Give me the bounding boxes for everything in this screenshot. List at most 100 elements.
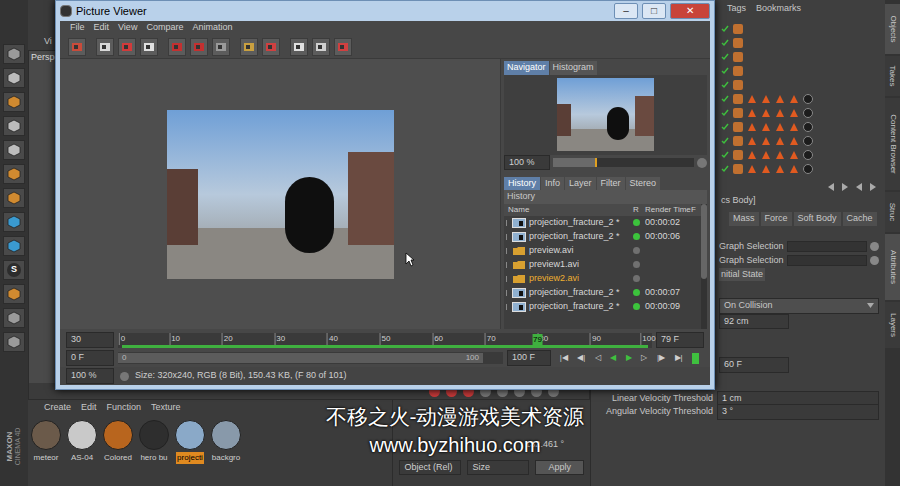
playback-button[interactable]: ◀ [610, 352, 616, 364]
playback-button[interactable]: ◀| [577, 352, 585, 364]
close-button[interactable]: ✕ [670, 3, 710, 19]
playback-button[interactable]: ▷ [641, 352, 647, 364]
zoom-button[interactable] [697, 158, 707, 168]
menu-item[interactable]: Bookmarks [756, 2, 801, 16]
attribute-tab[interactable]: Force [761, 212, 792, 226]
attribute-tab[interactable]: Mass [729, 212, 759, 226]
attribute-field[interactable]: 60 F [719, 357, 789, 373]
zoom-field[interactable]: 100 % [504, 155, 550, 171]
menu-item[interactable]: Animation [192, 21, 232, 35]
tool-button[interactable] [262, 38, 280, 56]
object-row[interactable] [721, 120, 885, 134]
panel-tab[interactable]: Layer [565, 177, 596, 191]
menu-item[interactable]: View [118, 21, 137, 35]
menu-item[interactable]: Tags [727, 2, 746, 16]
material-item[interactable]: AS-04 [66, 420, 98, 464]
tool-button[interactable] [290, 38, 308, 56]
object-row[interactable] [721, 78, 885, 92]
range-thumb[interactable]: 0100 [118, 353, 483, 363]
collision-dropdown[interactable]: On Collision [719, 298, 879, 314]
selection-field[interactable] [787, 241, 867, 252]
threshold-field[interactable]: 3 ° [717, 404, 879, 420]
enabled-check-icon[interactable] [721, 95, 729, 103]
expand-icon[interactable] [506, 220, 512, 226]
object-row[interactable] [721, 64, 885, 78]
status-zoom-field[interactable]: 100 % [66, 368, 114, 384]
tool-button[interactable] [334, 38, 352, 56]
initial-state-button[interactable]: nitial State [719, 268, 765, 282]
history-row[interactable]: preview1.avi [504, 258, 701, 272]
pick-icon[interactable] [870, 242, 879, 251]
object-row[interactable] [721, 106, 885, 120]
tool-button[interactable] [3, 332, 25, 352]
playback-button[interactable]: ▶ [626, 352, 632, 364]
side-tab[interactable]: Content Browser [885, 98, 900, 190]
history-row[interactable]: projection_fracture_2 *00:00:02 [504, 216, 701, 230]
side-tab[interactable]: Struc [885, 192, 900, 232]
range-start-field[interactable]: 0 F [66, 350, 114, 366]
range-end-field[interactable]: 100 F [507, 350, 551, 366]
column-header[interactable]: Render Time [645, 204, 691, 216]
zoom-handle[interactable] [595, 158, 597, 167]
menu-item[interactable]: Edit [81, 401, 97, 415]
tool-button[interactable] [3, 284, 25, 304]
tool-button[interactable] [96, 38, 114, 56]
tool-button[interactable] [312, 38, 330, 56]
panel-tab[interactable]: Info [541, 177, 564, 191]
tool-button[interactable]: S [3, 260, 25, 280]
panel-tab[interactable]: Filter [597, 177, 625, 191]
title-bar[interactable]: Picture Viewer–□✕ [60, 1, 710, 21]
tool-button[interactable] [3, 44, 25, 64]
frame-start-field[interactable]: 30 [66, 332, 114, 348]
frame-end-field[interactable]: 79 F [656, 332, 704, 348]
enabled-check-icon[interactable] [721, 137, 729, 145]
column-header[interactable]: F [691, 204, 701, 216]
tool-button[interactable] [3, 116, 25, 136]
enabled-check-icon[interactable] [721, 123, 729, 131]
tool-button[interactable] [3, 164, 25, 184]
history-row[interactable]: preview2.avi [504, 272, 701, 286]
object-row[interactable] [721, 148, 885, 162]
menu-item[interactable]: Create [44, 401, 71, 415]
maximize-button[interactable]: □ [642, 3, 666, 19]
coord-mode-dropdown[interactable]: Object (Rel) [399, 460, 461, 476]
expand-icon[interactable] [506, 262, 512, 268]
attribute-tab[interactable]: Soft Body [794, 212, 841, 226]
playback-button[interactable]: |◀ [560, 352, 568, 364]
expand-icon[interactable] [506, 276, 512, 282]
viewport-menu-item[interactable]: Vi [44, 35, 52, 49]
object-row[interactable] [721, 50, 885, 64]
tool-button[interactable] [3, 92, 25, 112]
history-row[interactable]: projection_fracture_2 *00:00:09 [504, 300, 701, 314]
tool-button[interactable] [168, 38, 186, 56]
enabled-check-icon[interactable] [721, 109, 729, 117]
attribute-tab[interactable]: Cache [843, 212, 877, 226]
tool-button[interactable] [3, 212, 25, 232]
current-frame-marker[interactable]: 79 [532, 334, 543, 346]
tool-button[interactable] [68, 38, 86, 56]
tool-button[interactable] [118, 38, 136, 56]
tool-button[interactable] [3, 188, 25, 208]
object-row[interactable] [721, 162, 885, 176]
enabled-check-icon[interactable] [721, 53, 729, 61]
picture-viewer-window[interactable]: Picture Viewer–□✕FileEditViewCompareAnim… [55, 0, 715, 390]
enabled-check-icon[interactable] [721, 39, 729, 47]
history-row[interactable]: preview.avi [504, 244, 701, 258]
playback-button[interactable]: ▶| [675, 352, 683, 364]
menu-item[interactable]: Texture [151, 401, 181, 415]
status-zoom-button[interactable] [120, 372, 129, 381]
history-row[interactable]: projection_fracture_2 *00:00:07 [504, 286, 701, 300]
side-tab[interactable]: Attributes [885, 234, 900, 300]
expand-icon[interactable] [506, 234, 512, 240]
material-item[interactable]: projecti [174, 420, 206, 464]
expand-icon[interactable] [506, 248, 512, 254]
timeline-ruler[interactable]: 010203040506070809010079 [118, 333, 652, 348]
arrow-icon[interactable] [827, 183, 835, 191]
apply-button[interactable]: Apply [535, 460, 584, 476]
tool-button[interactable] [3, 308, 25, 328]
scroll-thumb[interactable] [701, 204, 707, 279]
playback-button[interactable]: |▶ [657, 352, 665, 364]
coord-size-dropdown[interactable]: Size [467, 460, 529, 476]
panel-tab[interactable]: History [504, 177, 540, 191]
arrow-icon[interactable] [869, 183, 877, 191]
